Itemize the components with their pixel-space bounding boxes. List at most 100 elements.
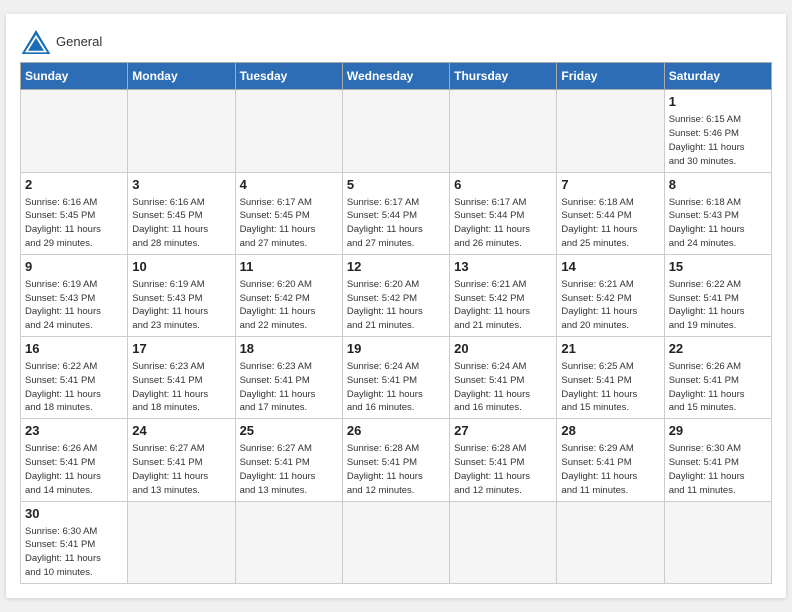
calendar-cell [557, 90, 664, 172]
day-number: 2 [25, 176, 123, 194]
day-number: 6 [454, 176, 552, 194]
day-number: 1 [669, 93, 767, 111]
day-number: 4 [240, 176, 338, 194]
day-info: Sunrise: 6:29 AM Sunset: 5:41 PM Dayligh… [561, 442, 659, 497]
header-area: General [20, 24, 772, 56]
day-info: Sunrise: 6:27 AM Sunset: 5:41 PM Dayligh… [240, 442, 338, 497]
day-number: 16 [25, 340, 123, 358]
day-info: Sunrise: 6:26 AM Sunset: 5:41 PM Dayligh… [669, 360, 767, 415]
day-number: 23 [25, 422, 123, 440]
calendar-cell: 8 Sunrise: 6:18 AM Sunset: 5:43 PM Daylig… [664, 172, 771, 254]
calendar-cell [128, 501, 235, 583]
day-info: Sunrise: 6:26 AM Sunset: 5:41 PM Dayligh… [25, 442, 123, 497]
week-row-1: 1 Sunrise: 6:15 AM Sunset: 5:46 PM Daylig… [21, 90, 772, 172]
weekday-header-tuesday: Tuesday [235, 63, 342, 90]
day-number: 15 [669, 258, 767, 276]
calendar-cell: 29 Sunrise: 6:30 AM Sunset: 5:41 PM Dayli… [664, 419, 771, 501]
day-info: Sunrise: 6:16 AM Sunset: 5:45 PM Dayligh… [25, 196, 123, 251]
week-row-5: 23 Sunrise: 6:26 AM Sunset: 5:41 PM Dayli… [21, 419, 772, 501]
day-info: Sunrise: 6:30 AM Sunset: 5:41 PM Dayligh… [669, 442, 767, 497]
day-info: Sunrise: 6:22 AM Sunset: 5:41 PM Dayligh… [25, 360, 123, 415]
day-info: Sunrise: 6:27 AM Sunset: 5:41 PM Dayligh… [132, 442, 230, 497]
day-number: 14 [561, 258, 659, 276]
day-number: 19 [347, 340, 445, 358]
day-number: 24 [132, 422, 230, 440]
day-number: 29 [669, 422, 767, 440]
day-info: Sunrise: 6:20 AM Sunset: 5:42 PM Dayligh… [240, 278, 338, 333]
day-number: 13 [454, 258, 552, 276]
calendar-cell: 26Sunrise: 6:28 AM Sunset: 5:41 PM Dayli… [342, 419, 449, 501]
day-number: 22 [669, 340, 767, 358]
calendar-cell: 20 Sunrise: 6:24 AM Sunset: 5:41 PM Dayli… [450, 337, 557, 419]
calendar-cell: 1 Sunrise: 6:15 AM Sunset: 5:46 PM Daylig… [664, 90, 771, 172]
day-number: 20 [454, 340, 552, 358]
day-info: Sunrise: 6:24 AM Sunset: 5:41 PM Dayligh… [454, 360, 552, 415]
day-info: Sunrise: 6:24 AM Sunset: 5:41 PM Dayligh… [347, 360, 445, 415]
calendar-cell: 13Sunrise: 6:21 AM Sunset: 5:42 PM Dayli… [450, 254, 557, 336]
logo-text: General [56, 35, 102, 49]
calendar-cell [235, 90, 342, 172]
day-number: 25 [240, 422, 338, 440]
weekday-header-monday: Monday [128, 63, 235, 90]
weekday-header-row: SundayMondayTuesdayWednesdayThursdayFrid… [21, 63, 772, 90]
calendar-cell: 22 Sunrise: 6:26 AM Sunset: 5:41 PM Dayli… [664, 337, 771, 419]
calendar-cell: 27 Sunrise: 6:28 AM Sunset: 5:41 PM Dayli… [450, 419, 557, 501]
calendar-cell [235, 501, 342, 583]
day-info: Sunrise: 6:23 AM Sunset: 5:41 PM Dayligh… [132, 360, 230, 415]
day-info: Sunrise: 6:17 AM Sunset: 5:44 PM Dayligh… [347, 196, 445, 251]
week-row-6: 30 Sunrise: 6:30 AM Sunset: 5:41 PM Dayli… [21, 501, 772, 583]
logo-icon [20, 28, 52, 56]
calendar-cell: 23 Sunrise: 6:26 AM Sunset: 5:41 PM Dayli… [21, 419, 128, 501]
calendar-cell: 25 Sunrise: 6:27 AM Sunset: 5:41 PM Dayli… [235, 419, 342, 501]
day-number: 7 [561, 176, 659, 194]
calendar-cell: 18Sunrise: 6:23 AM Sunset: 5:41 PM Dayli… [235, 337, 342, 419]
day-info: Sunrise: 6:22 AM Sunset: 5:41 PM Dayligh… [669, 278, 767, 333]
calendar-cell: 17 Sunrise: 6:23 AM Sunset: 5:41 PM Dayli… [128, 337, 235, 419]
day-info: Sunrise: 6:23 AM Sunset: 5:41 PM Dayligh… [240, 360, 338, 415]
calendar-cell [21, 90, 128, 172]
day-number: 28 [561, 422, 659, 440]
calendar-cell: 2 Sunrise: 6:16 AM Sunset: 5:45 PM Daylig… [21, 172, 128, 254]
day-number: 21 [561, 340, 659, 358]
calendar-cell: 10 Sunrise: 6:19 AM Sunset: 5:43 PM Dayli… [128, 254, 235, 336]
calendar-cell [557, 501, 664, 583]
calendar-cell: 3 Sunrise: 6:16 AM Sunset: 5:45 PM Daylig… [128, 172, 235, 254]
day-number: 11 [240, 258, 338, 276]
day-number: 8 [669, 176, 767, 194]
calendar-cell: 24 Sunrise: 6:27 AM Sunset: 5:41 PM Dayli… [128, 419, 235, 501]
calendar-wrapper: General SundayMondayTuesdayWednesdayThur… [6, 14, 786, 598]
calendar-cell: 6Sunrise: 6:17 AM Sunset: 5:44 PM Daylig… [450, 172, 557, 254]
day-number: 10 [132, 258, 230, 276]
weekday-header-saturday: Saturday [664, 63, 771, 90]
day-info: Sunrise: 6:17 AM Sunset: 5:45 PM Dayligh… [240, 196, 338, 251]
week-row-3: 9Sunrise: 6:19 AM Sunset: 5:43 PM Daylig… [21, 254, 772, 336]
calendar-cell: 4 Sunrise: 6:17 AM Sunset: 5:45 PM Daylig… [235, 172, 342, 254]
weekday-header-friday: Friday [557, 63, 664, 90]
calendar-cell: 15 Sunrise: 6:22 AM Sunset: 5:41 PM Dayli… [664, 254, 771, 336]
day-info: Sunrise: 6:16 AM Sunset: 5:45 PM Dayligh… [132, 196, 230, 251]
calendar-cell: 28 Sunrise: 6:29 AM Sunset: 5:41 PM Dayli… [557, 419, 664, 501]
day-number: 30 [25, 505, 123, 523]
day-info: Sunrise: 6:19 AM Sunset: 5:43 PM Dayligh… [132, 278, 230, 333]
logo: General [20, 28, 102, 56]
calendar-cell: 30 Sunrise: 6:30 AM Sunset: 5:41 PM Dayli… [21, 501, 128, 583]
day-number: 3 [132, 176, 230, 194]
day-info: Sunrise: 6:28 AM Sunset: 5:41 PM Dayligh… [347, 442, 445, 497]
calendar-cell: 7Sunrise: 6:18 AM Sunset: 5:44 PM Daylig… [557, 172, 664, 254]
calendar-cell [342, 501, 449, 583]
day-info: Sunrise: 6:19 AM Sunset: 5:43 PM Dayligh… [25, 278, 123, 333]
day-info: Sunrise: 6:15 AM Sunset: 5:46 PM Dayligh… [669, 113, 767, 168]
calendar-cell [342, 90, 449, 172]
calendar-cell: 11 Sunrise: 6:20 AM Sunset: 5:42 PM Dayli… [235, 254, 342, 336]
day-info: Sunrise: 6:30 AM Sunset: 5:41 PM Dayligh… [25, 525, 123, 580]
calendar-cell [450, 501, 557, 583]
calendar-cell: 9Sunrise: 6:19 AM Sunset: 5:43 PM Daylig… [21, 254, 128, 336]
calendar-cell: 19 Sunrise: 6:24 AM Sunset: 5:41 PM Dayli… [342, 337, 449, 419]
calendar-cell: 12Sunrise: 6:20 AM Sunset: 5:42 PM Dayli… [342, 254, 449, 336]
weekday-header-thursday: Thursday [450, 63, 557, 90]
day-number: 12 [347, 258, 445, 276]
day-info: Sunrise: 6:28 AM Sunset: 5:41 PM Dayligh… [454, 442, 552, 497]
day-number: 17 [132, 340, 230, 358]
day-number: 27 [454, 422, 552, 440]
day-info: Sunrise: 6:18 AM Sunset: 5:43 PM Dayligh… [669, 196, 767, 251]
